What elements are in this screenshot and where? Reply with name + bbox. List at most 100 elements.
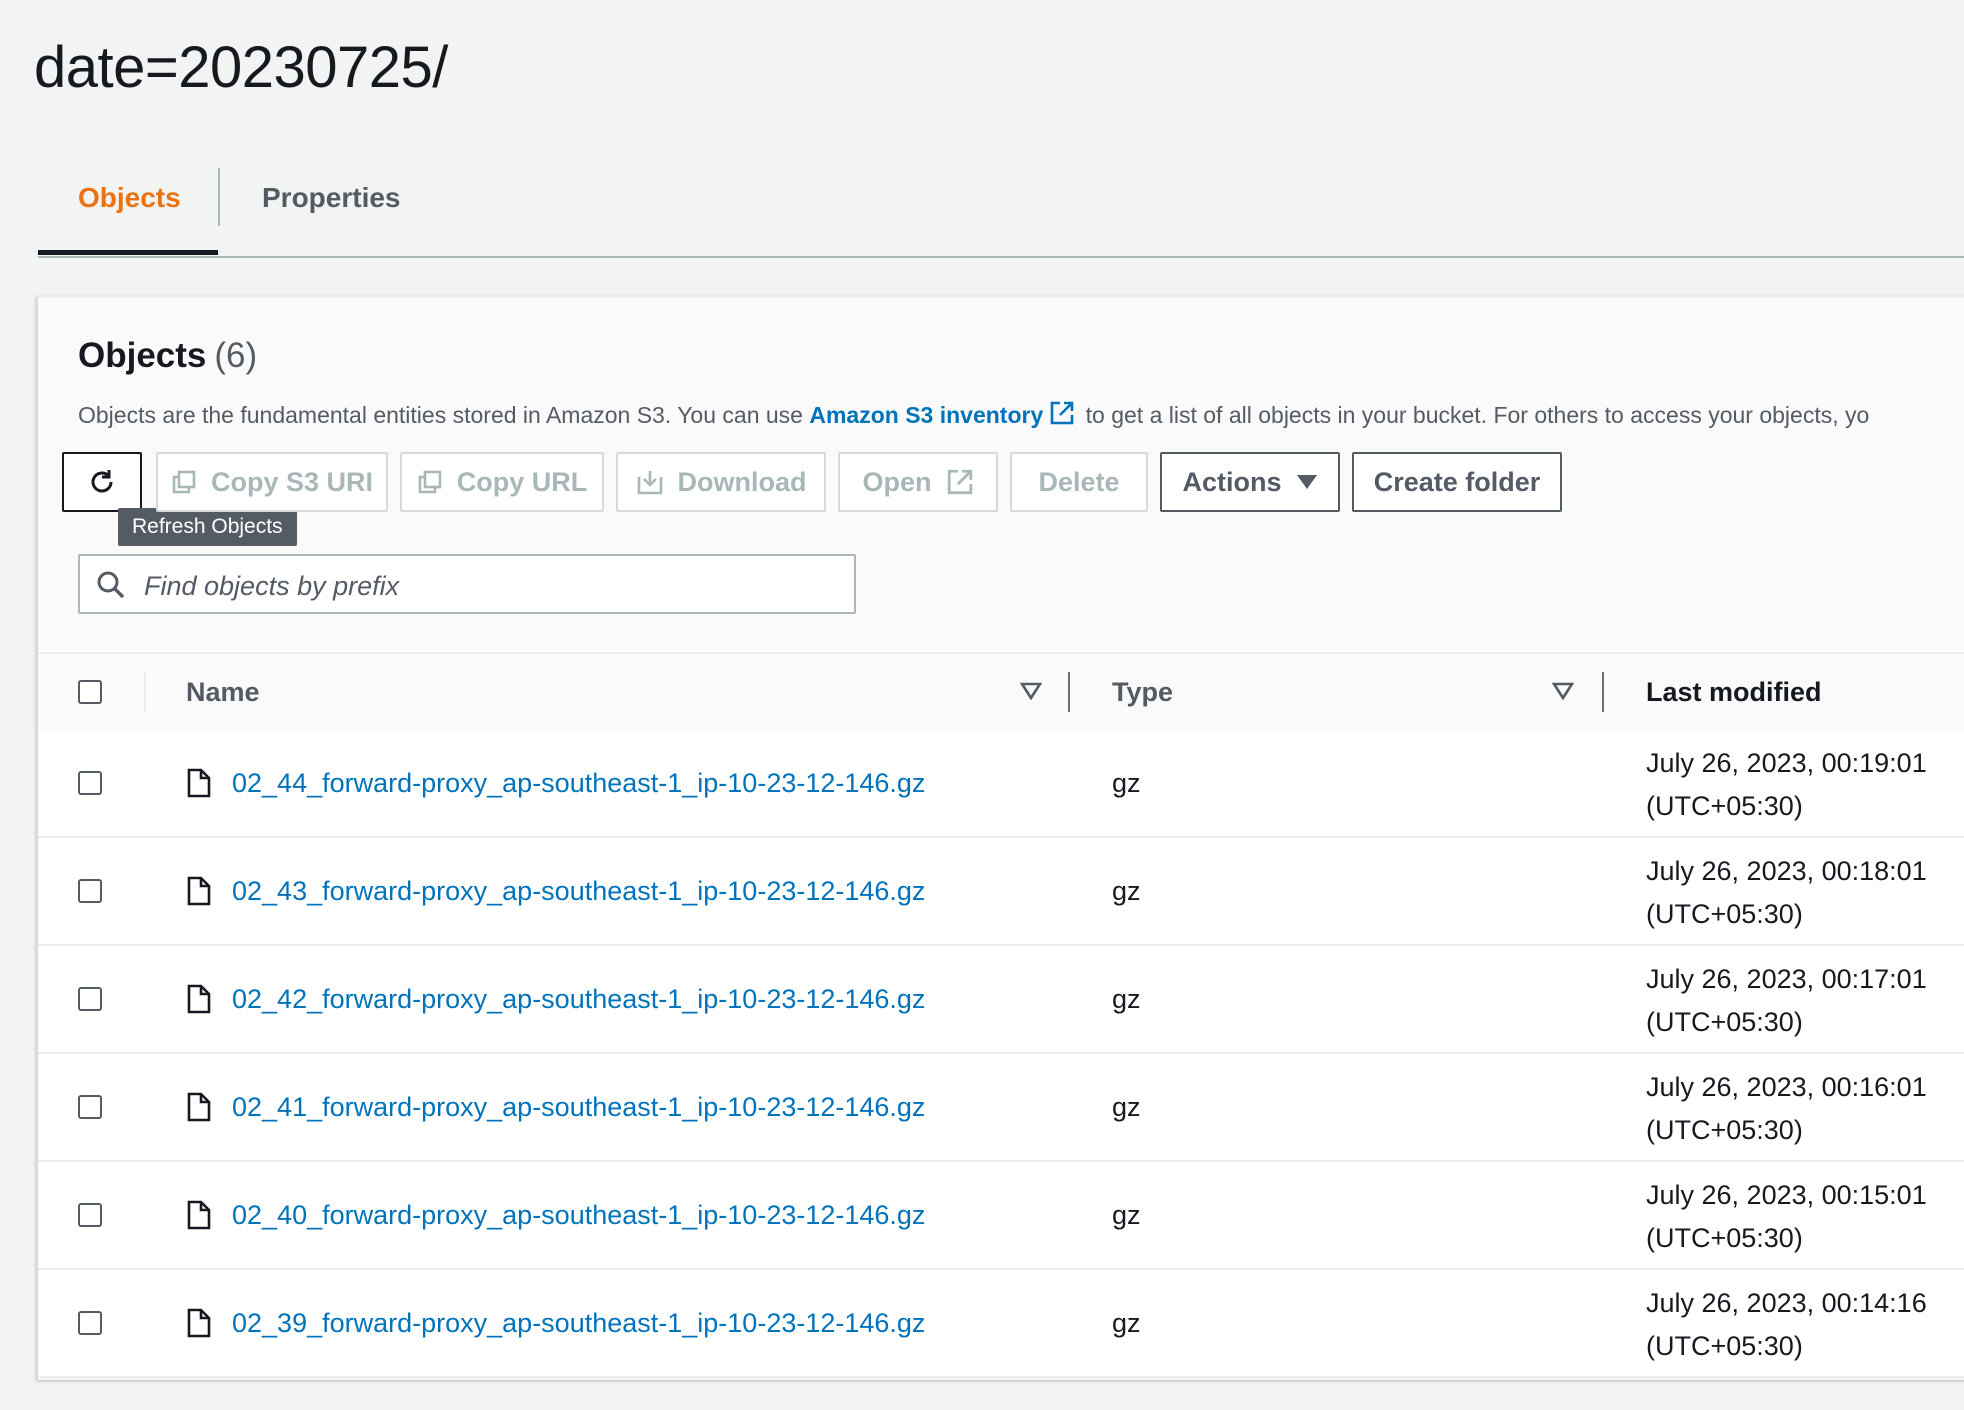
tab-bar: Objects Properties (38, 160, 1964, 258)
row-checkbox[interactable] (78, 987, 102, 1011)
page-title: date=20230725/ (34, 35, 448, 100)
objects-title: Objects (6) (78, 336, 257, 376)
objects-title-label: Objects (78, 336, 207, 375)
search-input[interactable] (142, 566, 836, 606)
actions-label: Actions (1182, 466, 1282, 497)
refresh-button[interactable] (62, 452, 142, 512)
column-header-name[interactable]: Name (186, 654, 260, 730)
tab-properties[interactable]: Properties (262, 160, 401, 256)
external-link-icon (1050, 401, 1074, 425)
modified-timezone: (UTC+05:30) (1646, 1007, 1803, 1037)
open-label: Open (862, 466, 932, 497)
object-name-link[interactable]: 02_41_forward-proxy_ap-southeast-1_ip-10… (232, 1054, 925, 1160)
table-row: 02_40_forward-proxy_ap-southeast-1_ip-10… (38, 1162, 1964, 1270)
delete-label: Delete (1038, 466, 1120, 497)
objects-table-body: 02_44_forward-proxy_ap-southeast-1_ip-10… (38, 730, 1964, 1378)
copy-url-button[interactable]: Copy URL (400, 452, 604, 512)
sort-icon[interactable] (1020, 682, 1042, 700)
external-link-icon (947, 469, 972, 495)
tab-objects[interactable]: Objects (78, 160, 181, 256)
object-name-link[interactable]: 02_43_forward-proxy_ap-southeast-1_ip-10… (232, 838, 925, 944)
object-type: gz (1112, 768, 1141, 798)
modified-date: July 26, 2023, 00:19:01 (1646, 748, 1927, 778)
create-folder-button[interactable]: Create folder (1352, 452, 1562, 512)
table-row: 02_43_forward-proxy_ap-southeast-1_ip-10… (38, 838, 1964, 946)
file-icon (187, 1092, 211, 1122)
object-last-modified: July 26, 2023, 00:17:01 (UTC+05:30) (1646, 958, 1927, 1044)
file-icon (187, 876, 211, 906)
copy-s3-uri-label: Copy S3 URI (210, 466, 374, 497)
file-icon (187, 1308, 211, 1338)
delete-button[interactable]: Delete (1010, 452, 1148, 512)
modified-date: July 26, 2023, 00:17:01 (1646, 964, 1927, 994)
copy-icon (172, 470, 196, 494)
column-header-last-modified[interactable]: Last modified (1646, 654, 1822, 730)
select-all-checkbox[interactable] (78, 680, 102, 704)
object-last-modified: July 26, 2023, 00:18:01 (UTC+05:30) (1646, 850, 1927, 936)
create-folder-label: Create folder (1373, 466, 1541, 497)
tab-separator (218, 168, 220, 226)
table-row: 02_42_forward-proxy_ap-southeast-1_ip-10… (38, 946, 1964, 1054)
caret-down-icon (1296, 475, 1317, 489)
table-row: 02_44_forward-proxy_ap-southeast-1_ip-10… (38, 730, 1964, 838)
s3-inventory-link-label: Amazon S3 inventory (809, 402, 1044, 428)
object-last-modified: July 26, 2023, 00:14:16 (UTC+05:30) (1646, 1282, 1927, 1368)
column-header-type[interactable]: Type (1112, 654, 1173, 730)
modified-timezone: (UTC+05:30) (1646, 1223, 1803, 1253)
open-button[interactable]: Open (838, 452, 998, 512)
modified-timezone: (UTC+05:30) (1646, 899, 1803, 929)
object-name-link[interactable]: 02_44_forward-proxy_ap-southeast-1_ip-10… (232, 730, 925, 836)
row-checkbox[interactable] (78, 879, 102, 903)
file-icon (187, 768, 211, 798)
object-type: gz (1112, 1092, 1141, 1122)
table-row: 02_39_forward-proxy_ap-southeast-1_ip-10… (38, 1270, 1964, 1378)
search-field[interactable] (78, 554, 856, 614)
table-row: 02_41_forward-proxy_ap-southeast-1_ip-10… (38, 1054, 1964, 1162)
modified-date: July 26, 2023, 00:16:01 (1646, 1072, 1927, 1102)
modified-timezone: (UTC+05:30) (1646, 791, 1803, 821)
s3-inventory-link[interactable]: Amazon S3 inventory (809, 401, 1079, 428)
modified-date: July 26, 2023, 00:14:16 (1646, 1288, 1927, 1318)
modified-date: July 26, 2023, 00:18:01 (1646, 856, 1927, 886)
object-type: gz (1112, 984, 1141, 1014)
description-text-end: to get a list of all objects in your buc… (1085, 402, 1870, 428)
download-button[interactable]: Download (616, 452, 826, 512)
object-name-link[interactable]: 02_40_forward-proxy_ap-southeast-1_ip-10… (232, 1162, 925, 1268)
objects-description: Objects are the fundamental entities sto… (78, 400, 1869, 429)
modified-timezone: (UTC+05:30) (1646, 1331, 1803, 1361)
objects-panel: Objects (6) Objects are the fundamental e… (36, 296, 1964, 1380)
column-divider[interactable] (1602, 672, 1604, 712)
column-divider (144, 672, 146, 712)
file-icon (187, 984, 211, 1014)
refresh-icon (91, 470, 113, 493)
description-text-start: Objects are the fundamental entities sto… (78, 402, 803, 428)
copy-s3-uri-button[interactable]: Copy S3 URI (156, 452, 388, 512)
row-checkbox[interactable] (78, 1095, 102, 1119)
download-icon (637, 471, 662, 495)
copy-icon (418, 470, 442, 494)
row-checkbox[interactable] (78, 771, 102, 795)
object-name-link[interactable]: 02_42_forward-proxy_ap-southeast-1_ip-10… (232, 946, 925, 1052)
object-type: gz (1112, 1200, 1141, 1230)
modified-timezone: (UTC+05:30) (1646, 1115, 1803, 1145)
modified-date: July 26, 2023, 00:15:01 (1646, 1180, 1927, 1210)
objects-count: (6) (214, 336, 258, 375)
object-last-modified: July 26, 2023, 00:16:01 (UTC+05:30) (1646, 1066, 1927, 1152)
actions-dropdown-button[interactable]: Actions (1160, 452, 1340, 512)
sort-icon[interactable] (1552, 682, 1574, 700)
object-type: gz (1112, 876, 1141, 906)
row-checkbox[interactable] (78, 1311, 102, 1335)
search-icon (97, 571, 125, 599)
active-tab-indicator (38, 250, 218, 255)
object-last-modified: July 26, 2023, 00:19:01 (UTC+05:30) (1646, 742, 1927, 828)
object-last-modified: July 26, 2023, 00:15:01 (UTC+05:30) (1646, 1174, 1927, 1260)
download-label: Download (677, 466, 807, 497)
object-type: gz (1112, 1308, 1141, 1338)
table-header: Name Type Last modified (38, 652, 1964, 732)
object-name-link[interactable]: 02_39_forward-proxy_ap-southeast-1_ip-10… (232, 1270, 925, 1376)
column-divider[interactable] (1068, 672, 1070, 712)
refresh-tooltip: Refresh Objects (118, 508, 297, 546)
row-checkbox[interactable] (78, 1203, 102, 1227)
file-icon (187, 1200, 211, 1230)
copy-url-label: Copy URL (456, 466, 588, 497)
